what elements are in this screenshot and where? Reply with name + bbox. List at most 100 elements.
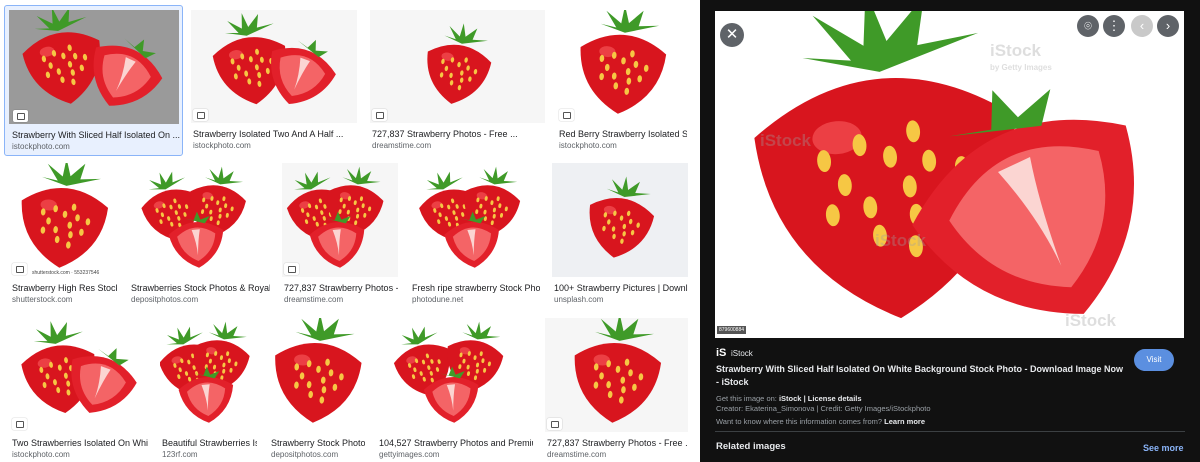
result-title: Beautiful Strawberries Is... (162, 438, 257, 448)
learn-more-link[interactable]: Learn more (884, 417, 925, 426)
previous-image-button[interactable]: ‹ (1131, 15, 1153, 37)
get-image-line: Get this image on: iStock | License deta… (716, 394, 862, 403)
close-preview-button[interactable]: ✕ (720, 23, 744, 47)
preview-watermark: iStock (1065, 311, 1117, 330)
result-source: istockphoto.com (12, 142, 70, 151)
result-source: dreamstime.com (284, 295, 344, 304)
strawberry-illustration (580, 10, 667, 114)
image-type-icon (284, 263, 299, 275)
get-image-site-link[interactable]: iStock (779, 394, 802, 403)
strawberry-illustration (21, 163, 109, 268)
preview-watermark: iStock (990, 41, 1042, 60)
result-thumbnail (557, 10, 687, 123)
result-thumbnail (269, 318, 365, 432)
creator-line: Creator: Ekaterina_Simonova | Credit: Ge… (716, 404, 931, 413)
result-title: 104,527 Strawberry Photos and Premium ..… (379, 438, 533, 448)
strawberry-illustration (427, 23, 492, 104)
result-tile[interactable]: Red Berry Strawberry Isolated Stock ... … (557, 10, 687, 151)
image-type-icon (372, 109, 387, 121)
result-title: Strawberry Isolated Two And A Half ... (193, 129, 344, 139)
result-title: Strawberries Stock Photos & Royalty ... (131, 283, 270, 293)
strawberry-illustration (141, 166, 246, 268)
image-type-icon (547, 418, 562, 430)
visit-button[interactable]: Visit (1134, 349, 1174, 371)
result-thumbnail (160, 318, 257, 432)
image-type-icon (559, 109, 574, 121)
strawberry-illustration (754, 11, 1134, 319)
result-tile[interactable]: 100+ Strawberry Pictures | Downlo... uns… (552, 163, 688, 305)
license-details-link[interactable]: License details (808, 394, 862, 403)
result-source: shutterstock.com (12, 295, 73, 304)
related-images-heading: Related images (716, 441, 786, 452)
strawberry-illustration (393, 321, 504, 423)
result-thumbnail (545, 318, 688, 432)
source-logo: iS (716, 347, 727, 359)
image-results-grid: Strawberry With Sliced Half Isolated On … (0, 0, 700, 462)
result-title: Strawberry High Res Stock ... (12, 283, 117, 293)
preview-watermark: iStock (875, 231, 927, 250)
strawberry-illustration (212, 13, 336, 105)
strawberry-illustration (419, 166, 521, 268)
result-title: 727,837 Strawberry Photos - Free ... (372, 129, 518, 139)
preview-watermark: iStock (760, 131, 812, 150)
result-source: photodune.net (412, 295, 464, 304)
result-source: 123rf.com (162, 450, 198, 459)
preview-image[interactable]: iStock iStock iStock iStock by Getty Ima… (715, 11, 1184, 338)
result-thumbnail (370, 10, 545, 123)
result-source: depositphotos.com (271, 450, 339, 459)
strawberry-illustration (160, 321, 250, 423)
result-source: istockphoto.com (12, 450, 70, 459)
result-tile[interactable]: Two Strawberries Isolated On White ... i… (10, 318, 148, 460)
result-title: 100+ Strawberry Pictures | Downlo... (554, 283, 688, 293)
result-source: gettyimages.com (379, 450, 440, 459)
strawberry-illustration (589, 176, 655, 258)
image-type-icon (12, 418, 27, 430)
result-source: istockphoto.com (559, 141, 617, 150)
result-source: depositphotos.com (131, 295, 199, 304)
divider (715, 431, 1185, 432)
result-tile[interactable]: Beautiful Strawberries Is... 123rf.com (160, 318, 257, 460)
image-type-icon (13, 110, 28, 122)
result-thumbnail (10, 318, 148, 432)
result-title: Two Strawberries Isolated On White ... (12, 438, 148, 448)
result-title: Strawberry Stock Photo ... (271, 438, 365, 448)
result-thumbnail (129, 163, 270, 277)
result-tile[interactable]: Strawberry Stock Photo ... depositphotos… (269, 318, 365, 460)
result-thumbnail (410, 163, 540, 277)
info-question: Want to know where this information come… (716, 417, 883, 426)
thumbnail-watermark: shutterstock.com · 553237546 (32, 270, 100, 276)
result-tile[interactable]: 104,527 Strawberry Photos and Premium ..… (377, 318, 533, 460)
result-tile[interactable]: Strawberries Stock Photos & Royalty ... … (129, 163, 270, 305)
result-source: dreamstime.com (372, 141, 432, 150)
preview-title[interactable]: Strawberry With Sliced Half Isolated On … (716, 363, 1126, 389)
result-thumbnail (9, 10, 179, 124)
result-thumbnail (10, 163, 117, 277)
result-title: Strawberry With Sliced Half Isolated On … (12, 130, 180, 140)
strawberry-illustration (275, 318, 362, 423)
result-tile[interactable]: 727,837 Strawberry Photos - Free ... dre… (370, 10, 545, 151)
result-tile[interactable]: 727,837 Strawberry Photos - ... dreamsti… (282, 163, 398, 305)
strawberry-illustration (21, 321, 137, 414)
result-title: Fresh ripe strawberry Stock Photo... (412, 283, 540, 293)
next-image-button[interactable]: › (1157, 15, 1179, 37)
result-tile[interactable]: Strawberry Isolated Two And A Half ... i… (191, 10, 357, 151)
result-tile[interactable]: Strawberry With Sliced Half Isolated On … (4, 5, 183, 156)
result-title: 727,837 Strawberry Photos - Free ... (547, 438, 688, 448)
strawberry-illustration (286, 166, 384, 268)
result-tile[interactable]: 727,837 Strawberry Photos - Free ... dre… (545, 318, 688, 460)
lens-search-button[interactable]: ⌾ (1077, 15, 1099, 37)
see-more-link[interactable]: See more (1143, 443, 1184, 453)
result-tile[interactable]: Fresh ripe strawberry Stock Photo... pho… (410, 163, 540, 305)
image-preview-panel: iStock iStock iStock iStock by Getty Ima… (700, 0, 1200, 462)
more-options-button[interactable]: ⋮ (1103, 15, 1125, 37)
result-tile[interactable]: shutterstock.com · 553237546 Strawberry … (10, 163, 117, 305)
result-title: 727,837 Strawberry Photos - ... (284, 283, 398, 293)
image-type-icon (12, 263, 27, 275)
strawberry-illustration (574, 318, 662, 423)
source-name: iStock (731, 349, 753, 358)
preview-image-id: 879600884 (717, 326, 747, 334)
result-source: unsplash.com (554, 295, 604, 304)
preview-watermark-sub: by Getty Images (990, 63, 1052, 72)
result-thumbnail (377, 318, 533, 432)
strawberry-illustration (22, 10, 163, 106)
